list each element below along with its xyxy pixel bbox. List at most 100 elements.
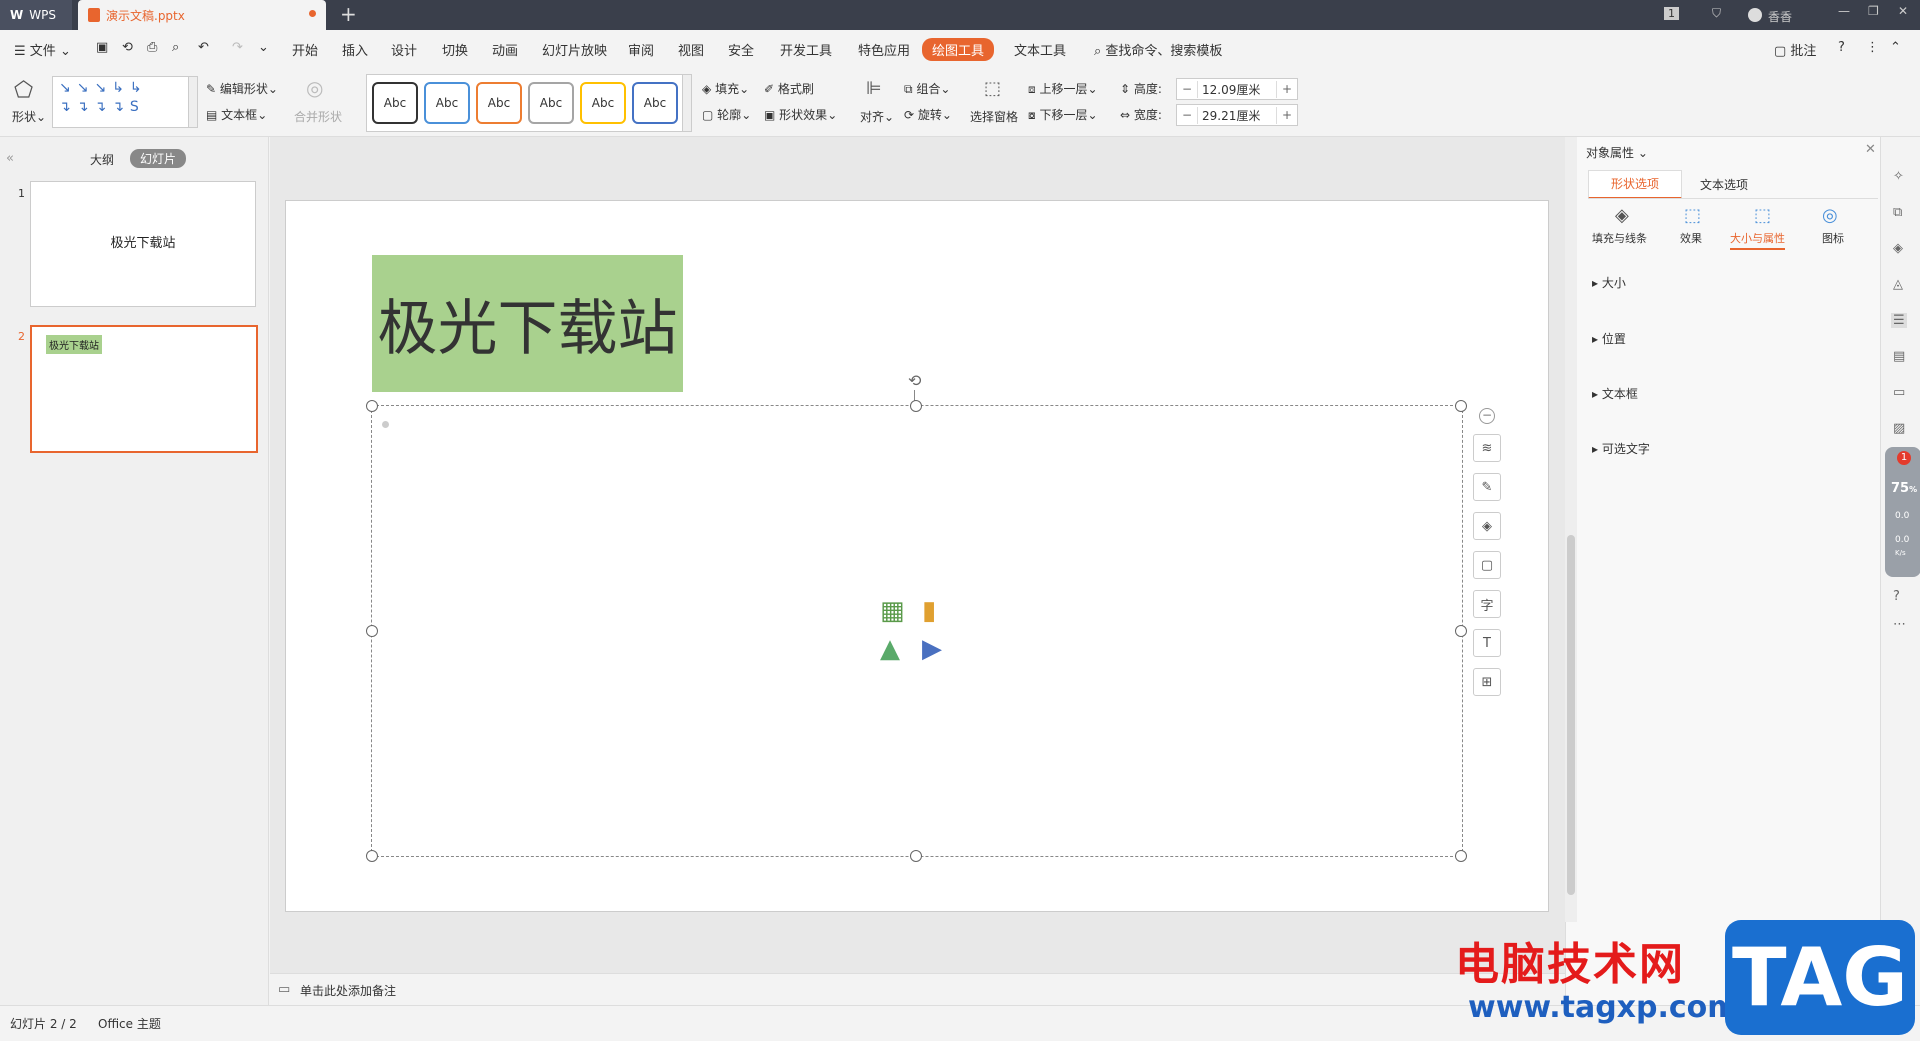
- insert-picture-icon[interactable]: ▲: [880, 634, 900, 664]
- tab-outline[interactable]: 大纲: [90, 151, 114, 168]
- text-fit-icon[interactable]: T: [1473, 629, 1501, 657]
- more-shape-icon[interactable]: ⊞: [1473, 668, 1501, 696]
- canvas-scrollbar-thumb[interactable]: [1567, 535, 1575, 895]
- close-button[interactable]: ✕: [1898, 4, 1908, 18]
- save-icon[interactable]: ▣: [96, 40, 108, 55]
- section-position[interactable]: ▸ 位置: [1592, 330, 1626, 347]
- text-box-button[interactable]: ▤ 文本框⌄: [206, 106, 267, 123]
- section-alt-text[interactable]: ▸ 可选文字: [1592, 440, 1650, 457]
- undo-icon[interactable]: ↶: [198, 40, 209, 55]
- shape-gallery[interactable]: ↘↘↘↳↳ ↴↴↴↴S: [52, 76, 190, 128]
- panel-close-icon[interactable]: ✕: [1865, 142, 1876, 157]
- insert-video-icon[interactable]: ▶: [922, 634, 942, 664]
- resize-handle-tl[interactable]: [366, 400, 378, 412]
- subtab-icon[interactable]: 图标: [1822, 230, 1844, 246]
- fill-tool-icon[interactable]: ◬: [1893, 277, 1903, 292]
- menu-developer[interactable]: 开发工具: [780, 40, 832, 59]
- height-decrease-button[interactable]: −: [1177, 82, 1197, 96]
- menu-start[interactable]: 开始: [292, 40, 318, 59]
- properties-title[interactable]: 对象属性 ⌄: [1586, 144, 1648, 161]
- menu-security[interactable]: 安全: [728, 40, 754, 59]
- shape-style-2[interactable]: Abc: [424, 82, 470, 124]
- shape-style-3[interactable]: Abc: [476, 82, 522, 124]
- tab-slides[interactable]: 幻灯片: [130, 149, 187, 168]
- shape-button[interactable]: 形状⌄: [12, 108, 46, 125]
- outline-shape-icon[interactable]: ▢: [1473, 551, 1501, 579]
- copy-style-icon[interactable]: ⧉: [1893, 205, 1902, 220]
- menu-view[interactable]: 视图: [678, 40, 704, 59]
- height-increase-button[interactable]: +: [1277, 82, 1297, 96]
- layer-icon[interactable]: ≋: [1473, 434, 1501, 462]
- resize-handle-ml[interactable]: [366, 625, 378, 637]
- size-property-icon[interactable]: ⬚: [1754, 205, 1771, 226]
- selection-pane-button[interactable]: 选择窗格: [970, 108, 1018, 125]
- subtab-effect[interactable]: 效果: [1680, 230, 1702, 246]
- properties-icon[interactable]: ☰: [1891, 313, 1907, 328]
- menu-animation[interactable]: 动画: [492, 40, 518, 59]
- menu-slideshow[interactable]: 幻灯片放映: [542, 40, 607, 59]
- selection-pane-icon[interactable]: ⬚: [984, 78, 1001, 99]
- backup-icon[interactable]: ▤: [1893, 349, 1905, 364]
- help-circle-icon[interactable]: ?: [1893, 589, 1900, 604]
- align-icon[interactable]: ⊫: [866, 78, 882, 99]
- archive-icon[interactable]: ▭: [1893, 385, 1905, 400]
- more-options-icon[interactable]: ⋮: [1866, 40, 1879, 55]
- width-input[interactable]: 29.21厘米: [1197, 106, 1277, 124]
- tab-shape-options[interactable]: 形状选项: [1588, 170, 1682, 199]
- section-size[interactable]: ▸ 大小: [1592, 274, 1626, 291]
- height-stepper[interactable]: − 12.09厘米 +: [1176, 78, 1298, 100]
- collapse-panel-icon[interactable]: «: [6, 151, 14, 166]
- comment-button[interactable]: ▢ 批注: [1774, 40, 1816, 59]
- fill-button[interactable]: ◈ 填充⌄: [702, 80, 749, 97]
- width-stepper[interactable]: − 29.21厘米 +: [1176, 104, 1298, 126]
- collapse-float-toolbar-icon[interactable]: −: [1479, 408, 1495, 424]
- format-brush-button[interactable]: ✐ 格式刷: [764, 80, 814, 97]
- shape-style-1[interactable]: Abc: [372, 82, 418, 124]
- performance-widget[interactable]: 1 75% 0.0 0.0 K/s: [1885, 447, 1920, 577]
- bring-forward-button[interactable]: ⧈ 上移一层⌄: [1028, 80, 1098, 97]
- menu-transition[interactable]: 切换: [442, 40, 468, 59]
- shape-effect-button[interactable]: ▣ 形状效果⌄: [764, 106, 837, 123]
- width-decrease-button[interactable]: −: [1177, 108, 1197, 122]
- command-search[interactable]: ⌕ 查找命令、搜索模板: [1094, 40, 1222, 59]
- menu-insert[interactable]: 插入: [342, 40, 368, 59]
- image-icon[interactable]: ▨: [1893, 421, 1905, 436]
- shape-style-5[interactable]: Abc: [580, 82, 626, 124]
- font-icon[interactable]: 字: [1473, 590, 1501, 618]
- align-button[interactable]: 对齐⌄: [860, 108, 894, 125]
- theme-name[interactable]: Office 主题: [98, 1015, 161, 1032]
- new-tab-button[interactable]: +: [340, 2, 357, 26]
- slide-1-thumbnail[interactable]: 极光下载站: [30, 181, 256, 307]
- skin-icon[interactable]: ⛉: [1712, 6, 1721, 21]
- menu-design[interactable]: 设计: [391, 40, 417, 59]
- connector-shapes-row[interactable]: ↴↴↴↴S: [53, 99, 189, 115]
- insert-table-icon[interactable]: ▦: [880, 596, 905, 626]
- menu-drawing-tools[interactable]: 绘图工具: [922, 38, 995, 61]
- content-placeholder[interactable]: ▦ ▮ ▲ ▶: [371, 405, 1463, 857]
- fill-shape-icon[interactable]: ◈: [1473, 512, 1501, 540]
- pen-icon[interactable]: ✎: [1473, 473, 1501, 501]
- customize-icon[interactable]: ⌄: [258, 40, 269, 55]
- shape-gallery-scroll[interactable]: [188, 76, 198, 128]
- subtab-fill-line[interactable]: 填充与线条: [1592, 230, 1647, 246]
- menu-review[interactable]: 审阅: [628, 40, 654, 59]
- resize-handle-tr[interactable]: [1455, 400, 1467, 412]
- undo-history-icon[interactable]: ⟲: [122, 40, 133, 55]
- fill-line-icon[interactable]: ◈: [1615, 205, 1629, 226]
- document-tab[interactable]: 演示文稿.pptx: [78, 0, 326, 30]
- redo-icon[interactable]: ↷: [232, 40, 243, 55]
- print-icon[interactable]: ⎙: [147, 40, 157, 55]
- send-backward-button[interactable]: ⧇ 下移一层⌄: [1028, 106, 1098, 123]
- wps-home-tab[interactable]: W WPS: [0, 0, 72, 30]
- section-textbox[interactable]: ▸ 文本框: [1592, 385, 1638, 402]
- edit-shape-button[interactable]: ✎ 编辑形状⌄: [206, 80, 278, 97]
- tab-text-options[interactable]: 文本选项: [1700, 176, 1748, 193]
- shape-style-4[interactable]: Abc: [528, 82, 574, 124]
- width-increase-button[interactable]: +: [1277, 108, 1297, 122]
- more-tools-icon[interactable]: ⋯: [1893, 617, 1906, 632]
- notes-bar[interactable]: ▭ 单击此处添加备注: [270, 973, 1565, 1006]
- window-count-badge[interactable]: 1: [1664, 7, 1679, 20]
- slide-title-box[interactable]: 极光下载站: [372, 255, 683, 392]
- resize-handle-bc[interactable]: [910, 850, 922, 862]
- pin-icon[interactable]: ✧: [1893, 169, 1904, 184]
